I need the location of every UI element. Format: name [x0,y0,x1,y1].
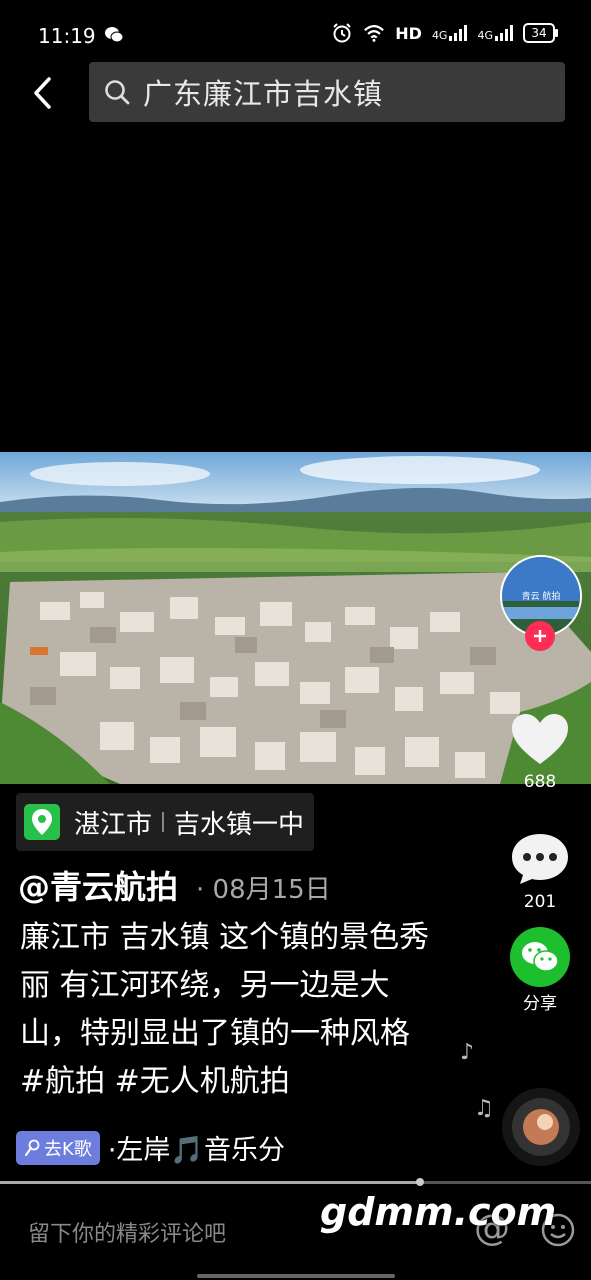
comment-input[interactable]: 留下你的精彩评论吧 [28,1216,226,1248]
wechat-share-icon [510,927,570,987]
music-disc-button[interactable] [502,1088,580,1166]
network-type-1: 4G [431,29,448,42]
music-note-icon-1: ♪ [460,1040,475,1065]
author-line: @青云航拍 · 08月15日 [18,862,331,908]
wechat-notification-icon [105,27,124,43]
k-song-button[interactable]: 去K歌 [16,1130,100,1165]
location-divider [162,812,165,832]
comment-button[interactable]: 201 [500,832,580,912]
share-label: 分享 [523,994,557,1014]
hd-voice-indicator: HD [395,23,422,43]
location-place: 吉水镇一中 [174,809,305,840]
music-row: 去K歌 ·左岸🎵音乐分 [16,1128,285,1167]
network-type-2: 4G [477,29,493,42]
back-button[interactable] [24,70,60,116]
follow-button[interactable] [525,621,555,651]
plus-icon [534,630,546,642]
author-name[interactable]: @青云航拍 [18,862,178,908]
comment-count: 201 [523,892,557,912]
signal-2: 4G [477,25,513,41]
battery-indicator: 34 [523,23,558,43]
status-time: 11:19 [38,24,96,48]
alarm-icon [333,23,351,43]
search-query: 广东廉江市吉水镇 [143,77,384,111]
music-disc-icon [512,1098,570,1156]
author-avatar-wrap[interactable]: 青云 航拍 [500,555,582,651]
music-title[interactable]: ·左岸🎵音乐分 [108,1128,285,1167]
like-count: 688 [523,772,557,792]
search-input[interactable]: 广东廉江市吉水镇 [89,62,565,122]
avatar-label: 青云 航拍 [521,592,561,602]
signal-bars-1-icon [449,25,468,41]
signal-1: 4G [432,25,468,41]
search-icon [105,80,130,105]
video-progress-fill [0,1181,420,1184]
video-progress-handle[interactable] [415,1178,424,1186]
watermark: gdmm.com [320,1190,557,1234]
location-city: 湛江市 [74,809,153,840]
video-progress-bar[interactable] [0,1178,591,1186]
status-bar: 11:19 HD 4G 4G 34 [0,0,591,70]
heart-icon [512,714,568,764]
signal-bars-2-icon [495,25,513,41]
battery-level: 34 [531,26,547,40]
comment-bubble-icon [512,834,568,884]
share-button[interactable]: 分享 [500,927,580,1014]
post-description[interactable]: 廉江市 吉水镇 这个镇的景色秀丽 有江河环绕，另一边是大山，特别显出了镇的一种风… [20,914,440,1106]
k-song-label: 去K歌 [44,1138,92,1160]
like-button[interactable]: 688 [500,712,580,792]
microphone-icon [25,1139,40,1156]
wifi-icon [364,25,385,42]
wechat-icon [522,942,559,972]
post-date: · 08月15日 [196,875,331,905]
music-note-icon-2: ♫ [474,1096,494,1121]
location-chip[interactable]: 湛江市 吉水镇一中 [16,793,315,851]
status-indicators: HD 4G 4G 34 [331,22,558,44]
location-pin-icon [24,804,60,840]
home-indicator[interactable] [197,1274,395,1278]
chevron-left-icon [34,77,51,109]
